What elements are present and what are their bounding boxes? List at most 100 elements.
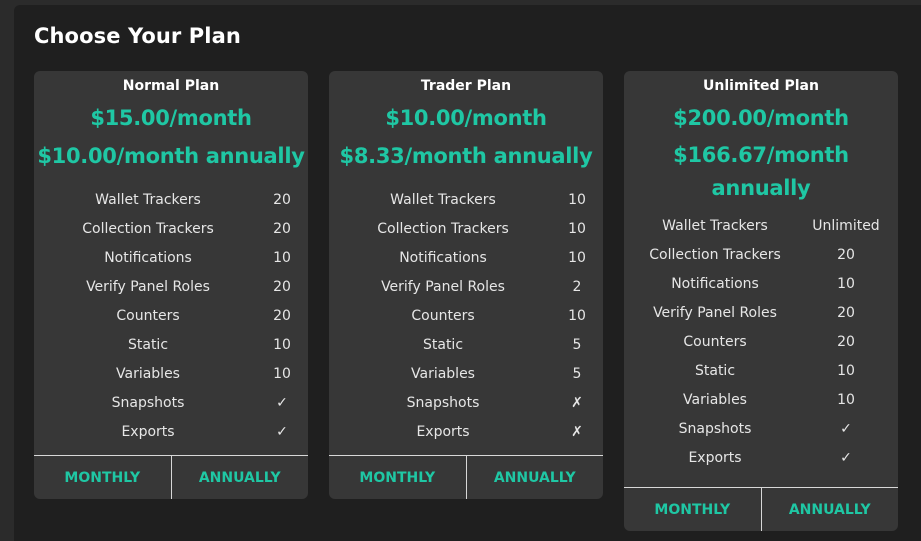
billing-options: MONTHLY ANNUALLY (34, 455, 308, 499)
feature-name: Static (127, 336, 169, 353)
plan-name: Trader Plan (420, 78, 512, 94)
feature-value: 20 (837, 247, 855, 264)
feature-name: Static (422, 336, 464, 353)
plan-card-unlimited: Unlimited Plan $200.00/month $166.67/mon… (624, 71, 898, 531)
feature-row-variables: Variables 10 (34, 359, 308, 388)
annually-button[interactable]: ANNUALLY (465, 456, 604, 499)
feature-row-collection-trackers: Collection Trackers 20 (34, 215, 308, 244)
feature-name: Exports (121, 423, 175, 440)
feature-name: Counters (116, 308, 180, 324)
feature-name: Verify Panel Roles (653, 305, 777, 322)
feature-name: Collection Trackers (649, 247, 781, 264)
feature-value: 20 (273, 308, 291, 324)
check-icon: ✓ (276, 423, 288, 440)
feature-name: Exports (416, 423, 470, 440)
feature-row-variables: Variables 10 (624, 385, 898, 414)
feature-name: Static (694, 362, 736, 379)
feature-row-collection-trackers: Collection Trackers 10 (329, 215, 603, 244)
feature-value: 10 (273, 336, 291, 353)
feature-row-verify-panel-roles: Verify Panel Roles 2 (329, 273, 603, 302)
feature-value: 10 (837, 276, 855, 293)
feature-name: Wallet Trackers (662, 218, 768, 235)
feature-value: 10 (568, 308, 586, 324)
feature-value: 20 (273, 221, 291, 238)
feature-name: Verify Panel Roles (381, 279, 505, 296)
plan-name: Unlimited Plan (703, 78, 819, 94)
feature-row-notifications: Notifications 10 (624, 270, 898, 299)
feature-value: 10 (568, 221, 586, 238)
feature-value: 10 (273, 250, 291, 267)
feature-row-notifications: Notifications 10 (34, 244, 308, 273)
feature-name: Notifications (399, 250, 487, 267)
feature-row-static: Static 10 (34, 330, 308, 359)
feature-row-variables: Variables 5 (329, 359, 603, 388)
page-title: Choose Your Plan (34, 24, 241, 48)
monthly-button[interactable]: MONTHLY (34, 456, 171, 499)
price-annual: $8.33/month annually (339, 144, 593, 168)
feature-row-counters: Counters 20 (34, 302, 308, 331)
price-monthly: $200.00/month (673, 106, 849, 130)
feature-name: Counters (411, 308, 475, 324)
price-monthly: $15.00/month (90, 106, 252, 130)
check-icon: ✓ (840, 449, 852, 466)
monthly-button[interactable]: MONTHLY (329, 456, 466, 499)
feature-value: 10 (837, 391, 855, 408)
feature-name: Variables (411, 365, 475, 382)
feature-row-snapshots: Snapshots ✓ (34, 388, 308, 417)
check-icon: ✓ (276, 394, 288, 411)
feature-name: Counters (683, 334, 747, 350)
price-annual: $166.67/month annually (673, 143, 849, 200)
feature-row-static: Static 10 (624, 356, 898, 385)
price-monthly: $10.00/month (385, 106, 547, 130)
feature-list: Wallet Trackers 20 Collection Trackers 2… (34, 186, 308, 446)
feature-name: Variables (683, 391, 747, 408)
feature-name: Exports (688, 449, 742, 466)
feature-name: Snapshots (111, 394, 185, 411)
feature-value: 10 (837, 362, 855, 379)
feature-name: Variables (116, 365, 180, 382)
feature-row-counters: Counters 20 (624, 328, 898, 357)
feature-value: 10 (568, 250, 586, 267)
feature-row-snapshots: Snapshots ✗ (329, 388, 603, 417)
feature-row-static: Static 5 (329, 330, 603, 359)
feature-value: 2 (572, 279, 582, 296)
feature-list: Wallet Trackers Unlimited Collection Tra… (624, 212, 898, 472)
feature-value: 20 (273, 279, 291, 296)
feature-name: Snapshots (678, 420, 752, 437)
plan-card-normal: Normal Plan $15.00/month $10.00/month an… (34, 71, 308, 499)
feature-value: 5 (572, 365, 582, 382)
feature-value: 10 (273, 365, 291, 382)
feature-row-verify-panel-roles: Verify Panel Roles 20 (34, 273, 308, 302)
feature-value: 10 (568, 192, 586, 209)
billing-options: MONTHLY ANNUALLY (329, 455, 603, 499)
feature-row-counters: Counters 10 (329, 302, 603, 331)
feature-row-wallet-trackers: Wallet Trackers 20 (34, 186, 308, 215)
feature-name: Notifications (104, 250, 192, 267)
cross-icon: ✗ (571, 423, 583, 440)
feature-row-snapshots: Snapshots ✓ (624, 414, 898, 443)
feature-row-notifications: Notifications 10 (329, 244, 603, 273)
annually-button[interactable]: ANNUALLY (170, 456, 309, 499)
feature-name: Collection Trackers (377, 221, 509, 238)
feature-list: Wallet Trackers 10 Collection Trackers 1… (329, 186, 603, 446)
feature-row-exports: Exports ✓ (624, 443, 898, 472)
annually-button[interactable]: ANNUALLY (760, 488, 899, 531)
feature-value: 20 (273, 192, 291, 209)
plan-card-trader: Trader Plan $10.00/month $8.33/month ann… (329, 71, 603, 499)
cross-icon: ✗ (571, 394, 583, 411)
monthly-button[interactable]: MONTHLY (624, 488, 761, 531)
plan-name: Normal Plan (122, 78, 220, 94)
feature-name: Verify Panel Roles (86, 279, 210, 296)
feature-row-wallet-trackers: Wallet Trackers Unlimited (624, 212, 898, 241)
feature-row-verify-panel-roles: Verify Panel Roles 20 (624, 299, 898, 328)
feature-value: 5 (572, 336, 582, 353)
price-annual: $10.00/month annually (37, 144, 305, 168)
feature-name: Snapshots (406, 394, 480, 411)
feature-row-exports: Exports ✓ (34, 417, 308, 446)
feature-row-wallet-trackers: Wallet Trackers 10 (329, 186, 603, 215)
feature-value: 20 (837, 334, 855, 350)
feature-value: 20 (837, 305, 855, 322)
feature-name: Wallet Trackers (390, 192, 496, 209)
feature-row-collection-trackers: Collection Trackers 20 (624, 241, 898, 270)
feature-name: Collection Trackers (82, 221, 214, 238)
